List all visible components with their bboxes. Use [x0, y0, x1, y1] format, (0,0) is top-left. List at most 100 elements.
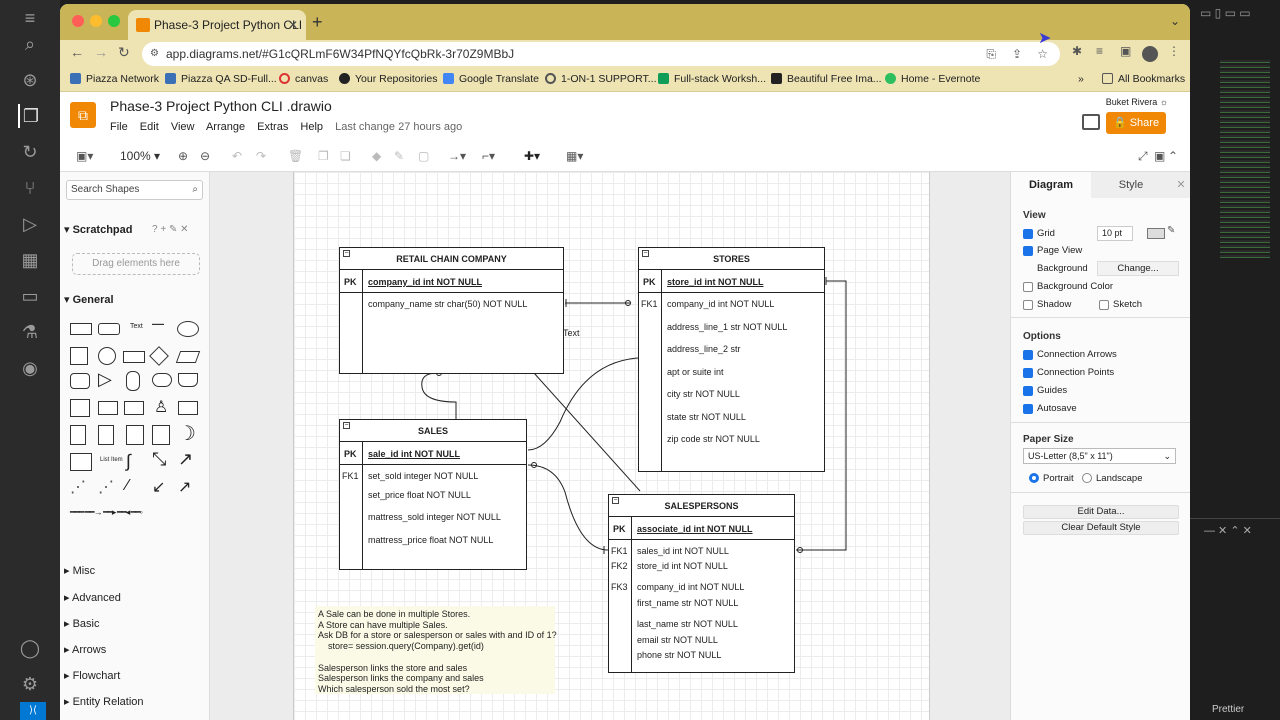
connector-company-sales[interactable]	[421, 372, 457, 419]
divider	[1011, 422, 1190, 423]
field: email str NOT NULL	[637, 635, 718, 645]
pencil-icon[interactable]: ✎	[1167, 225, 1175, 236]
forward-icon[interactable]: →	[94, 44, 108, 60]
key-column-divider	[362, 270, 363, 373]
github-icon	[339, 73, 350, 84]
guides-label: Guides	[1037, 385, 1068, 396]
menu-icon[interactable]: ≡	[18, 6, 42, 30]
fk-label: FK1	[641, 299, 658, 309]
source-control-icon[interactable]: ⑂	[18, 176, 42, 200]
clear-default-style-button[interactable]: Clear Default Style	[1023, 521, 1179, 535]
connector-sales-salespersons[interactable]	[527, 464, 609, 551]
profile-avatar[interactable]	[1142, 46, 1158, 62]
bookmark-evernote[interactable]: Home - Evernote	[885, 73, 980, 85]
retail-company-table[interactable]: − RETAIL CHAIN COMPANY PK company_id int…	[339, 247, 564, 374]
bookmarks-overflow[interactable]: »	[1078, 73, 1084, 85]
sales-table[interactable]: − SALES PK sale_id int NOT NULL FK1 set_…	[339, 419, 527, 570]
grid-checkbox[interactable]	[1023, 229, 1033, 239]
shadow-checkbox[interactable]	[1023, 300, 1033, 310]
search-icon[interactable]: ⌕	[18, 32, 42, 56]
address-bar[interactable]: ⚙ app.diagrams.net/#G1cQRLmF6W34PfNQYfcQ…	[142, 42, 1060, 66]
bookmark-piazza-qa[interactable]: Piazza QA SD-Full...	[165, 73, 277, 85]
git-icon[interactable]: ⊛	[18, 68, 42, 92]
background-color-checkbox[interactable]	[1023, 282, 1033, 292]
remote-status-icon[interactable]: ⟩⟨	[20, 702, 46, 720]
extensions-puzzle-icon[interactable]: ✱	[1072, 44, 1082, 58]
panel-controls-icon[interactable]: — ✕ ⌃ ✕	[1204, 524, 1252, 537]
share-page-icon[interactable]: ⇪	[1012, 42, 1022, 66]
field: zip code str NOT NULL	[667, 434, 760, 444]
back-icon[interactable]: ←	[70, 44, 84, 60]
account-icon[interactable]: ◯	[18, 636, 42, 660]
site-info-icon[interactable]: ⚙	[150, 42, 159, 66]
bookmark-google-translate[interactable]: Google Translate	[443, 73, 539, 85]
bookmark-repositories[interactable]: Your Repositories	[339, 73, 438, 85]
unsplash-icon	[771, 73, 782, 84]
landscape-label: Landscape	[1096, 473, 1143, 484]
floating-text-label[interactable]: Text	[563, 328, 580, 338]
field: store_id int NOT NULL	[637, 561, 728, 571]
tab-diagram[interactable]: Diagram	[1011, 172, 1091, 198]
paper-size-select[interactable]: US-Letter (8,5" x 11") ⌄	[1023, 448, 1176, 464]
page-view-checkbox[interactable]	[1023, 246, 1033, 256]
sketch-label: Sketch	[1113, 299, 1143, 310]
landscape-radio[interactable]	[1082, 473, 1092, 483]
run-debug-icon[interactable]: ▷	[18, 212, 42, 236]
options-heading: Options	[1023, 331, 1061, 342]
minimize-window-button[interactable]	[90, 15, 102, 27]
extensions-icon[interactable]: ▦	[18, 248, 42, 272]
maximize-window-button[interactable]	[108, 15, 120, 27]
sheets-icon	[658, 73, 669, 84]
grid-color-swatch[interactable]	[1147, 228, 1165, 239]
bookmark-beautiful-images[interactable]: Beautiful Free Ima...	[771, 73, 882, 85]
tab-search-icon[interactable]: ⌄	[1170, 14, 1180, 28]
status-prettier[interactable]: Prettier	[1190, 700, 1280, 720]
sketch-checkbox[interactable]	[1099, 300, 1109, 310]
sidepanel-icon[interactable]: ▣	[1120, 44, 1131, 58]
drawio-favicon-icon	[136, 18, 150, 32]
salespersons-table[interactable]: − SALESPERSONS PK associate_id int NOT N…	[608, 494, 795, 673]
bookmark-1on1-support[interactable]: 1-ON-1 SUPPORT...	[545, 73, 657, 85]
bookmark-fullstack[interactable]: Full-stack Worksh...	[658, 73, 766, 85]
install-app-icon[interactable]: ⎘	[986, 42, 996, 66]
pk-label: PK	[344, 277, 357, 287]
close-panel-icon[interactable]: ✕	[1173, 172, 1189, 198]
test-icon[interactable]: ⚗	[18, 320, 42, 344]
divider	[1011, 317, 1190, 318]
connection-points-checkbox[interactable]	[1023, 368, 1033, 378]
reload-icon[interactable]: ↻	[118, 44, 130, 61]
paper-size-value: US-Letter (8,5" x 11")	[1028, 451, 1113, 461]
bookmark-piazza-network[interactable]: Piazza Network	[70, 73, 159, 85]
field: state str NOT NULL	[667, 412, 746, 422]
drawio-app: ⧉ Phase-3 Project Python CLI .drawio Fil…	[60, 92, 1190, 720]
autosave-checkbox[interactable]	[1023, 404, 1033, 414]
close-window-button[interactable]	[72, 15, 84, 27]
explorer-icon[interactable]: ❐	[18, 104, 42, 128]
portrait-radio[interactable]	[1029, 473, 1039, 483]
grid-size-input[interactable]: 10 pt	[1097, 226, 1133, 241]
browser-tab[interactable]: Phase-3 Project Python CLI .d ✕	[128, 10, 306, 40]
close-tab-icon[interactable]: ✕	[288, 10, 298, 40]
remote-icon[interactable]: ↻	[18, 140, 42, 164]
connection-arrows-checkbox[interactable]	[1023, 350, 1033, 360]
github-icon[interactable]: ◉	[18, 356, 42, 380]
chrome-menu-icon[interactable]: ⋮	[1168, 44, 1180, 58]
field-company-name: company_name str char(50) NOT NULL	[368, 299, 528, 309]
connector-company-salespersons[interactable]	[533, 372, 641, 492]
folder-icon[interactable]: ▭	[18, 284, 42, 308]
all-bookmarks[interactable]: All Bookmarks	[1102, 73, 1185, 85]
field: company_id int NOT NULL	[637, 582, 745, 592]
tab-style[interactable]: Style	[1091, 172, 1171, 198]
edit-data-button[interactable]: Edit Data...	[1023, 505, 1179, 519]
change-background-button[interactable]: Change...	[1097, 261, 1179, 276]
guides-checkbox[interactable]	[1023, 386, 1033, 396]
media-icon[interactable]: ≡	[1096, 44, 1103, 58]
bookmark-canvas[interactable]: canvas	[279, 73, 328, 85]
note-textbox[interactable]: A Sale can be done in multiple Stores. A…	[315, 606, 557, 694]
chevron-down-icon: ⌄	[1163, 451, 1171, 461]
field: mattress_price float NOT NULL	[368, 535, 494, 545]
stores-table[interactable]: − STORES PK store_id int NOT NULL FK1 co…	[638, 247, 825, 472]
minimap	[1220, 60, 1270, 260]
new-tab-button[interactable]: +	[312, 12, 323, 33]
gear-icon[interactable]: ⚙	[18, 672, 42, 696]
